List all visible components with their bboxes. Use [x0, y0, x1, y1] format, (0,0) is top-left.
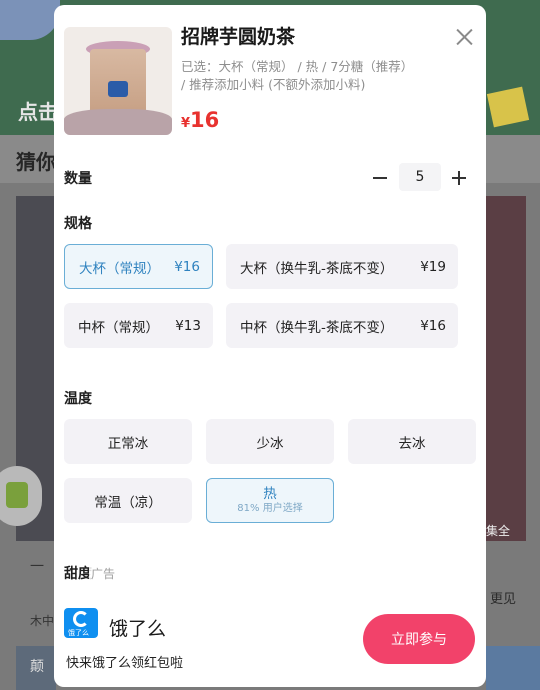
ad-tag: 广告: [89, 565, 118, 582]
ad-description: 快来饿了么领红包啦: [66, 656, 184, 671]
spec-option-name: 中杯（换牛乳-茶底不变）: [240, 319, 394, 336]
quantity-label: 数量: [64, 171, 92, 187]
product-price: ¥16: [181, 108, 219, 132]
sweetness-label: 甜度: [64, 566, 92, 582]
android-icon: [6, 482, 28, 508]
spec-option-medium-milk[interactable]: 中杯（换牛乳-茶底不变） ¥16: [226, 303, 458, 348]
background-bottom-card-right: [486, 646, 540, 690]
temperature-option-label: 正常冰: [107, 435, 149, 452]
close-icon[interactable]: [450, 23, 478, 51]
spec-option-price: ¥13: [175, 317, 201, 334]
spec-option-large-regular[interactable]: 大杯（常规） ¥16: [64, 244, 213, 289]
ad-brand: 饿了么: [109, 618, 167, 640]
ad-cta-button[interactable]: 立即参与: [363, 614, 475, 664]
eleme-logo-mark: [73, 611, 89, 627]
selected-summary: 已选：大杯（常规） / 热 / 7分糖（推荐）: [181, 59, 414, 74]
spec-option-name: 中杯（常规）: [78, 319, 159, 336]
product-title: 招牌芋圆奶茶: [181, 26, 296, 48]
temperature-option-normal-ice[interactable]: 正常冰: [64, 419, 192, 464]
temperature-option-hot[interactable]: 热 81% 用户选择: [206, 478, 334, 523]
quantity-increase-button[interactable]: [446, 165, 472, 191]
temperature-option-label: 去冰: [398, 435, 426, 452]
selected-summary-2: / 推荐添加小料 (不额外添加小料): [181, 77, 366, 92]
temperature-option-label: 少冰: [256, 435, 284, 452]
cup-logo-icon: [108, 81, 128, 97]
spec-option-name: 大杯（换牛乳-茶底不变）: [240, 260, 394, 277]
product-options-modal: 招牌芋圆奶茶 已选：大杯（常规） / 热 / 7分糖（推荐） / 推荐添加小料 …: [54, 5, 486, 687]
spec-option-name: 大杯（常规）: [79, 260, 160, 277]
background-left-meta: 一: [30, 559, 44, 575]
spec-option-medium-regular[interactable]: 中杯（常规） ¥13: [64, 303, 213, 348]
banner-text: 点击: [18, 100, 58, 124]
temperature-option-label: 热: [263, 485, 277, 502]
price-currency: ¥: [181, 116, 191, 131]
background-right-text: 更见: [490, 592, 517, 607]
spec-option-price: ¥16: [174, 258, 200, 275]
background-left-meta-2: 木中: [30, 614, 55, 628]
taro-balls: [64, 109, 172, 135]
temperature-option-label: 常温（凉）: [94, 494, 162, 511]
background-card-caption: 集全: [486, 524, 511, 538]
background-section-title: 猜你: [16, 150, 56, 174]
spec-option-large-milk[interactable]: 大杯（换牛乳-茶底不变） ¥19: [226, 244, 458, 289]
spec-label: 规格: [64, 216, 92, 232]
background-bottom-card-text: 颠: [30, 659, 44, 675]
spec-option-price: ¥19: [420, 258, 446, 275]
temperature-option-room-temp[interactable]: 常温（凉）: [64, 478, 192, 523]
product-image: [64, 27, 172, 135]
spec-option-price: ¥16: [420, 317, 446, 334]
temperature-label: 温度: [64, 391, 92, 407]
quantity-value[interactable]: 5: [399, 163, 441, 191]
temperature-option-popularity: 81% 用户选择: [237, 502, 303, 514]
eleme-logo-icon: 饿了么: [64, 608, 98, 638]
eleme-logo-caption: 饿了么: [68, 629, 89, 637]
temperature-option-no-ice[interactable]: 去冰: [348, 419, 476, 464]
temperature-option-less-ice[interactable]: 少冰: [206, 419, 334, 464]
quantity-decrease-button[interactable]: [367, 165, 393, 191]
background-card-right: [486, 196, 526, 541]
price-value: 16: [190, 108, 220, 132]
